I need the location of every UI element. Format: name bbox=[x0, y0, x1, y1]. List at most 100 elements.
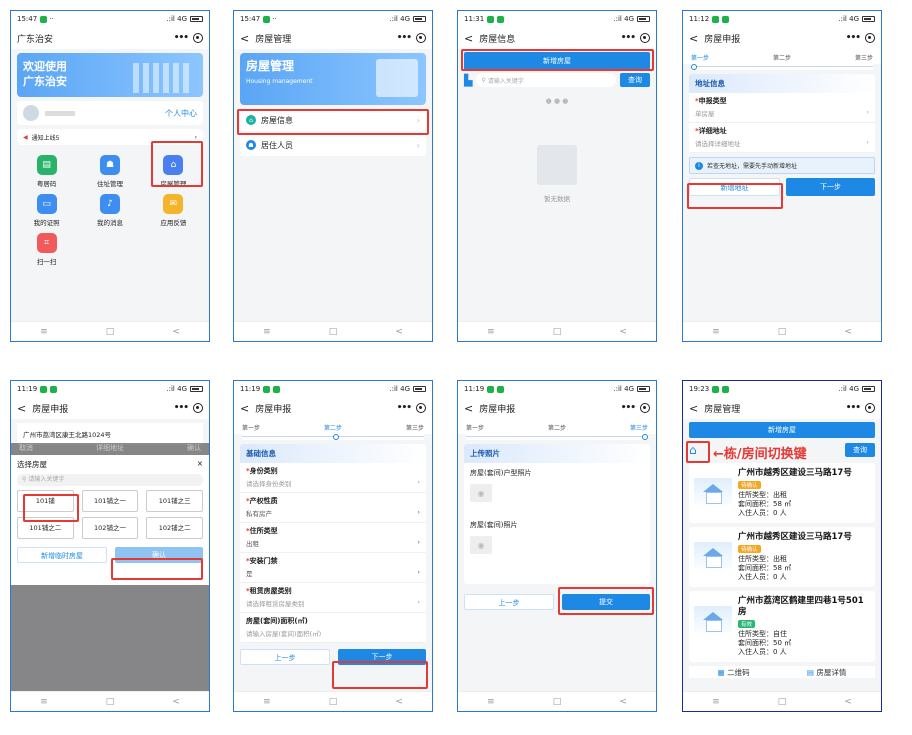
back-icon[interactable]: < bbox=[464, 32, 473, 45]
menu-key[interactable]: ≡ bbox=[487, 327, 495, 337]
house-thumbnail-icon bbox=[694, 542, 732, 572]
room-option[interactable]: 102铺之一 bbox=[81, 517, 139, 539]
personal-center-link[interactable]: 个人中心 bbox=[165, 108, 197, 119]
house-card[interactable]: 广州市越秀区建设三马路17号 待确认 住所类型：出租 套间面积：58 ㎡入住人员：0 … bbox=[689, 527, 875, 587]
home-key[interactable]: □ bbox=[329, 697, 338, 707]
back-key[interactable]: < bbox=[395, 697, 403, 707]
menu-key[interactable]: ≡ bbox=[263, 327, 271, 337]
more-icon[interactable]: ••• bbox=[846, 403, 861, 413]
close-target-icon[interactable] bbox=[193, 33, 203, 43]
close-target-icon[interactable] bbox=[865, 403, 875, 413]
confirm-button[interactable]: 确认 bbox=[115, 547, 203, 563]
func-messages[interactable]: ♪ 我的消息 bbox=[78, 194, 141, 227]
close-target-icon[interactable] bbox=[416, 403, 426, 413]
home-key[interactable]: □ bbox=[553, 327, 562, 337]
back-icon[interactable]: < bbox=[464, 402, 473, 415]
qr-code-button[interactable]: ▦ 二维码 bbox=[718, 667, 750, 678]
rental-type-field[interactable]: *租赁房屋类别 请选择租赁房屋类别 › bbox=[240, 583, 426, 613]
camera-icon[interactable]: ◉ bbox=[470, 536, 492, 554]
user-card[interactable]: 个人中心 bbox=[17, 101, 203, 125]
detail-address-field[interactable]: *详细地址 请选择详细地址 › bbox=[689, 123, 875, 153]
access-control-field[interactable]: *安装门禁是 › bbox=[240, 553, 426, 583]
more-icon[interactable]: ••• bbox=[174, 33, 189, 43]
home-key[interactable]: □ bbox=[106, 327, 115, 337]
back-key[interactable]: < bbox=[619, 697, 627, 707]
add-address-button[interactable]: 新增地址 bbox=[689, 178, 780, 196]
query-button[interactable]: 查询 bbox=[845, 443, 875, 457]
house-card[interactable]: 广州市越秀区建设三马路17号 待确认 住所类型：出租 套间面积：58 ㎡入住人员：0 … bbox=[689, 463, 875, 523]
func-feedback[interactable]: ✉ 应用反馈 bbox=[142, 194, 205, 227]
back-key[interactable]: < bbox=[395, 327, 403, 337]
func-house[interactable]: ⌂ 房屋管理 bbox=[142, 155, 205, 188]
menu-residents[interactable]: ☗ 居住人员 › bbox=[240, 134, 426, 156]
building-switch-icon[interactable]: ⌂ bbox=[689, 443, 697, 457]
back-key[interactable]: < bbox=[844, 327, 852, 337]
close-target-icon[interactable] bbox=[640, 33, 650, 43]
room-option[interactable]: 101铺之二 bbox=[17, 517, 74, 539]
property-field[interactable]: *产权性质 私有房产 › bbox=[240, 493, 426, 523]
room-option[interactable]: 101铺之一 bbox=[81, 490, 139, 512]
add-house-button[interactable]: 新增房屋 bbox=[464, 52, 650, 70]
room-option[interactable]: 101铺之三 bbox=[146, 490, 203, 512]
back-icon[interactable]: < bbox=[689, 32, 698, 45]
home-key[interactable]: □ bbox=[329, 327, 338, 337]
add-temp-room-button[interactable]: 新增临时房屋 bbox=[17, 547, 107, 563]
close-target-icon[interactable] bbox=[193, 403, 203, 413]
home-key[interactable]: □ bbox=[553, 697, 562, 707]
menu-key[interactable]: ≡ bbox=[487, 697, 495, 707]
close-target-icon[interactable] bbox=[640, 403, 650, 413]
next-button[interactable]: 下一步 bbox=[338, 649, 426, 665]
home-key[interactable]: □ bbox=[106, 697, 115, 707]
prev-button[interactable]: 上一步 bbox=[464, 594, 554, 610]
back-key[interactable]: < bbox=[172, 697, 180, 707]
home-key[interactable]: □ bbox=[778, 697, 787, 707]
identity-field[interactable]: *身份类别 请选择身份类别 › bbox=[240, 463, 426, 493]
back-key[interactable]: < bbox=[619, 327, 627, 337]
building-icon[interactable]: ▙ bbox=[464, 74, 472, 87]
close-target-icon[interactable] bbox=[416, 33, 426, 43]
func-address[interactable]: ☗ 住址管理 bbox=[78, 155, 141, 188]
room-option[interactable]: 102铺之二 bbox=[146, 517, 203, 539]
close-icon[interactable]: × bbox=[197, 459, 203, 470]
back-key[interactable]: < bbox=[844, 697, 852, 707]
more-icon[interactable]: ••• bbox=[397, 33, 412, 43]
home-key[interactable]: □ bbox=[778, 327, 787, 337]
menu-key[interactable]: ≡ bbox=[40, 327, 48, 337]
query-button[interactable]: 查询 bbox=[620, 73, 650, 87]
declare-type-field[interactable]: *申报类型 单房屋 › bbox=[689, 93, 875, 123]
back-icon[interactable]: < bbox=[689, 402, 698, 415]
empty-text: 暂无数据 bbox=[544, 195, 570, 203]
more-icon[interactable]: ••• bbox=[397, 403, 412, 413]
more-icon[interactable]: ••• bbox=[846, 33, 861, 43]
more-icon[interactable]: ••• bbox=[174, 403, 189, 413]
search-input[interactable]: ⚲ 请输入关键字 bbox=[476, 73, 616, 87]
area-field[interactable]: 房屋(套间)面积(㎡) 请输入房屋(套间)面积(㎡) bbox=[240, 613, 426, 643]
camera-icon[interactable]: ◉ bbox=[470, 484, 492, 502]
close-target-icon[interactable] bbox=[865, 33, 875, 43]
func-scan[interactable]: ⌗ 扫一扫 bbox=[15, 233, 78, 266]
notice-bar[interactable]: ◀ 通知上线5 › bbox=[17, 129, 203, 145]
func-yuejuma[interactable]: ▤ 粤居码 bbox=[15, 155, 78, 188]
more-icon[interactable]: ••• bbox=[621, 403, 636, 413]
back-icon[interactable]: < bbox=[240, 32, 249, 45]
next-button[interactable]: 下一步 bbox=[786, 178, 875, 196]
room-option[interactable]: 101铺 bbox=[17, 490, 74, 512]
prev-button[interactable]: 上一步 bbox=[240, 649, 330, 665]
chevron-right-icon: › bbox=[194, 133, 197, 141]
menu-key[interactable]: ≡ bbox=[263, 697, 271, 707]
house-card[interactable]: 广州市荔湾区鹤建里四巷1号501房 有效 住所类型：自住 套间面积：50 ㎡入住人员：… bbox=[689, 591, 875, 662]
func-license[interactable]: ▭ 我的证照 bbox=[15, 194, 78, 227]
menu-key[interactable]: ≡ bbox=[40, 697, 48, 707]
back-icon[interactable]: < bbox=[17, 402, 26, 415]
menu-key[interactable]: ≡ bbox=[712, 327, 720, 337]
add-house-button[interactable]: 新增房屋 bbox=[689, 422, 875, 438]
room-search-input[interactable]: ⚲ 请输入关键字 bbox=[17, 474, 203, 486]
back-icon[interactable]: < bbox=[240, 402, 249, 415]
menu-key[interactable]: ≡ bbox=[712, 697, 720, 707]
house-detail-button[interactable]: ▤ 房屋详情 bbox=[807, 667, 846, 678]
more-icon[interactable]: ••• bbox=[621, 33, 636, 43]
back-key[interactable]: < bbox=[172, 327, 180, 337]
menu-house-info[interactable]: ⌂ 房屋信息 › bbox=[240, 109, 426, 131]
submit-button[interactable]: 提交 bbox=[562, 594, 650, 610]
residence-type-field[interactable]: *住所类型 出租 › bbox=[240, 523, 426, 553]
